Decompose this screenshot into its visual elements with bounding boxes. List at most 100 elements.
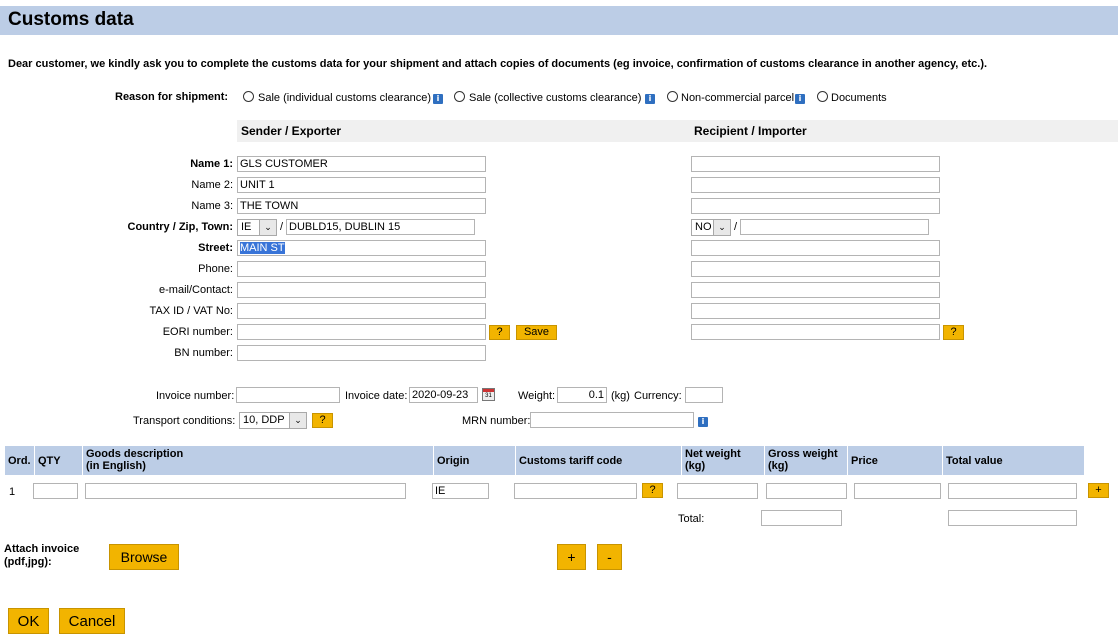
- total-value-input[interactable]: [948, 510, 1077, 526]
- country-label: Country / Zip, Town:: [127, 221, 234, 233]
- sender-name3-input[interactable]: THE TOWN: [237, 198, 486, 214]
- col-header-price: Price: [848, 446, 942, 475]
- row-qty-input[interactable]: [33, 483, 78, 499]
- tariff-help-button[interactable]: ?: [642, 483, 663, 498]
- row-description-input[interactable]: [85, 483, 406, 499]
- recipient-street-input[interactable]: [691, 240, 940, 256]
- cancel-button[interactable]: Cancel: [59, 608, 125, 634]
- phone-label: Phone:: [198, 263, 233, 275]
- invoice-number-label: Invoice number:: [156, 390, 235, 402]
- transport-select[interactable]: 10, DDP ⌄: [239, 412, 307, 429]
- save-button[interactable]: Save: [516, 325, 557, 340]
- recipient-eori-input[interactable]: [691, 324, 940, 340]
- recipient-email-input[interactable]: [691, 282, 940, 298]
- name3-label: Name 3:: [191, 200, 233, 212]
- chevron-down-icon: ⌄: [289, 413, 306, 428]
- slash-separator: /: [734, 221, 738, 233]
- reason-option-label: Sale (collective customs clearance): [469, 92, 642, 104]
- sender-name2-input[interactable]: UNIT 1: [237, 177, 486, 193]
- reason-radio-sale-individual[interactable]: [243, 91, 254, 102]
- info-icon[interactable]: i: [795, 94, 805, 104]
- transport-label: Transport conditions:: [133, 415, 236, 427]
- name2-label: Name 2:: [191, 179, 233, 191]
- row-price-input[interactable]: [854, 483, 941, 499]
- bn-label: BN number:: [174, 347, 233, 359]
- mrn-input[interactable]: [530, 412, 694, 428]
- invoice-date-label: Invoice date:: [345, 390, 408, 402]
- col-header-description: Goods description (in English): [83, 446, 433, 475]
- sender-eori-input[interactable]: [237, 324, 486, 340]
- attach-invoice-label: Attach invoice (pdf,jpg):: [4, 543, 80, 568]
- row-tariff-input[interactable]: [514, 483, 637, 499]
- chevron-down-icon: ⌄: [713, 220, 730, 235]
- reason-radio-non-commercial[interactable]: [667, 91, 678, 102]
- info-icon[interactable]: i: [698, 417, 708, 427]
- sender-heading: Sender / Exporter: [241, 124, 342, 138]
- row-net-weight-input[interactable]: [677, 483, 758, 499]
- calendar-icon[interactable]: 31: [482, 388, 495, 401]
- reason-label: Reason for shipment:: [115, 91, 229, 103]
- title-bar: Customs data: [0, 6, 1118, 35]
- eori-help-button[interactable]: ?: [489, 325, 510, 340]
- sender-name1-input[interactable]: GLS CUSTOMER: [237, 156, 486, 172]
- recipient-phone-input[interactable]: [691, 261, 940, 277]
- recipient-eori-help-button[interactable]: ?: [943, 325, 964, 340]
- invoice-number-input[interactable]: [236, 387, 340, 403]
- row-ord: 1: [9, 486, 16, 498]
- row-total-input[interactable]: [948, 483, 1077, 499]
- add-row-button[interactable]: +: [1088, 483, 1109, 498]
- recipient-tax-input[interactable]: [691, 303, 940, 319]
- invoice-date-input[interactable]: 2020-09-23: [409, 387, 478, 403]
- reason-radio-sale-collective[interactable]: [454, 91, 465, 102]
- weight-label: Weight:: [518, 390, 556, 402]
- chevron-down-icon: ⌄: [259, 220, 276, 235]
- row-gross-weight-input[interactable]: [766, 483, 847, 499]
- street-label: Street:: [198, 242, 233, 254]
- browse-button[interactable]: Browse: [109, 544, 179, 570]
- recipient-zip-town-input[interactable]: [740, 219, 929, 235]
- col-header-qty: QTY: [35, 446, 82, 475]
- address-section-header: [237, 120, 1118, 142]
- intro-text: Dear customer, we kindly ask you to comp…: [8, 58, 988, 70]
- add-attachment-button[interactable]: +: [557, 544, 586, 570]
- tax-label: TAX ID / VAT No:: [149, 305, 233, 317]
- currency-input[interactable]: [685, 387, 723, 403]
- recipient-heading: Recipient / Importer: [694, 124, 807, 138]
- sender-bn-input[interactable]: [237, 345, 486, 361]
- recipient-name3-input[interactable]: [691, 198, 940, 214]
- total-label: Total:: [678, 513, 705, 525]
- ok-button[interactable]: OK: [8, 608, 49, 634]
- sender-phone-input[interactable]: [237, 261, 486, 277]
- remove-attachment-button[interactable]: -: [597, 544, 622, 570]
- email-label: e-mail/Contact:: [159, 284, 233, 296]
- weight-input[interactable]: 0.1: [557, 387, 607, 403]
- transport-help-button[interactable]: ?: [312, 413, 333, 428]
- recipient-country-value: NO: [695, 221, 712, 233]
- sender-tax-input[interactable]: [237, 303, 486, 319]
- sender-street-input[interactable]: MAIN ST: [237, 240, 486, 256]
- reason-radio-documents[interactable]: [817, 91, 828, 102]
- col-header-net-weight: Net weight (kg): [682, 446, 764, 475]
- recipient-name2-input[interactable]: [691, 177, 940, 193]
- sender-email-input[interactable]: [237, 282, 486, 298]
- col-header-origin: Origin: [434, 446, 515, 475]
- sender-country-value: IE: [241, 221, 252, 233]
- info-icon[interactable]: i: [645, 94, 655, 104]
- recipient-country-select[interactable]: NO ⌄: [691, 219, 731, 236]
- info-icon[interactable]: i: [433, 94, 443, 104]
- street-selected-text: MAIN ST: [240, 242, 285, 254]
- col-header-total-value: Total value: [943, 446, 1084, 475]
- row-origin-input[interactable]: IE: [432, 483, 489, 499]
- reason-option-label: Documents: [831, 92, 887, 104]
- name1-label: Name 1:: [190, 158, 233, 170]
- col-header-ord: Ord.: [5, 446, 34, 475]
- col-header-gross-weight: Gross weight (kg): [765, 446, 847, 475]
- weight-unit-label: (kg): [611, 390, 630, 402]
- col-header-tariff: Customs tariff code: [516, 446, 681, 475]
- sender-country-select[interactable]: IE ⌄: [237, 219, 277, 236]
- mrn-label: MRN number:: [462, 415, 531, 427]
- sender-zip-town-input[interactable]: DUBLD15, DUBLIN 15: [286, 219, 475, 235]
- recipient-name1-input[interactable]: [691, 156, 940, 172]
- page-title: Customs data: [8, 9, 134, 30]
- total-gross-weight-input[interactable]: [761, 510, 842, 526]
